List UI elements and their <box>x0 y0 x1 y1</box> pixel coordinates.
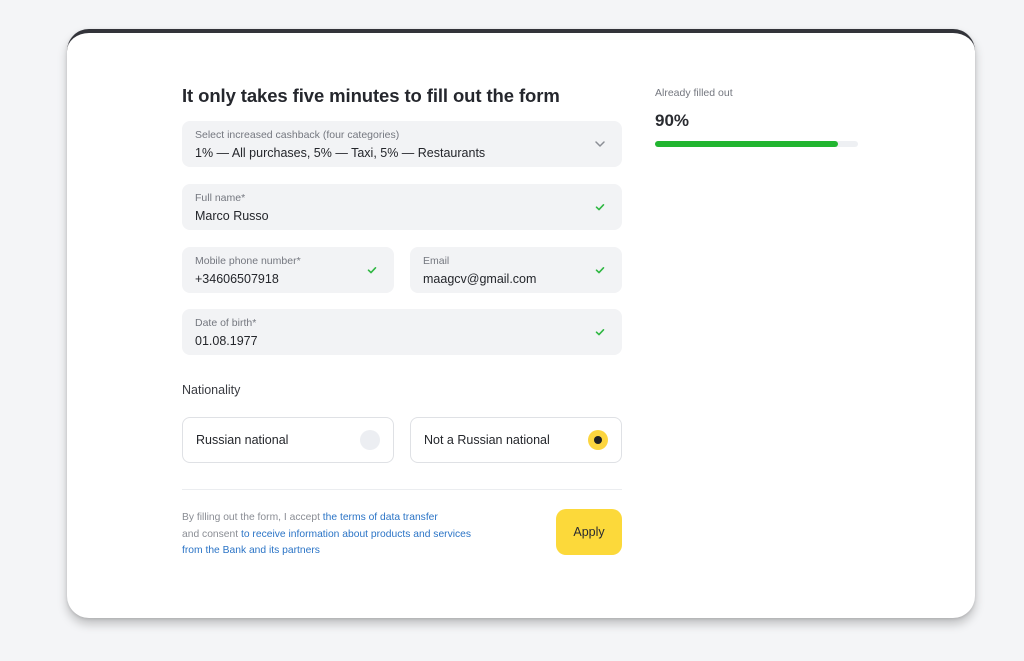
chevron-down-icon <box>595 141 605 147</box>
date-of-birth-value: 01.08.1977 <box>195 334 258 348</box>
cashback-value: 1% — All purchases, 5% — Taxi, 5% — Rest… <box>195 146 486 160</box>
full-name-field[interactable]: Full name* Marco Russo <box>182 184 622 230</box>
progress-label: Already filled out <box>655 87 733 99</box>
radio-unselected-icon <box>360 430 380 450</box>
radio-label: Russian national <box>196 433 289 447</box>
check-icon <box>595 204 605 211</box>
date-of-birth-field[interactable]: Date of birth* 01.08.1977 <box>182 309 622 355</box>
mobile-phone-field[interactable]: Mobile phone number* +34606507918 <box>182 247 394 293</box>
mobile-phone-label: Mobile phone number* <box>195 255 301 267</box>
application-form: It only takes five minutes to fill out t… <box>182 80 623 112</box>
consent-text-part: and consent <box>182 528 241 540</box>
progress-bar-fill <box>655 141 838 147</box>
progress-percentage: 90% <box>655 111 690 130</box>
progress-bar <box>655 141 858 147</box>
terms-of-data-transfer-link[interactable]: the terms of data transfer <box>323 512 438 523</box>
consent-text-part: By filling out the form, I accept <box>182 512 323 523</box>
divider <box>182 489 622 490</box>
full-name-label: Full name* <box>195 192 246 204</box>
cashback-select[interactable]: Select increased cashback (four categori… <box>182 121 622 167</box>
consent-text: By filling out the form, I accept the te… <box>182 510 472 560</box>
apply-button[interactable]: Apply <box>556 509 622 555</box>
email-value: maagcv@gmail.com <box>423 272 537 286</box>
radio-not-russian-national[interactable]: Not a Russian national <box>410 417 622 463</box>
form-window: It only takes five minutes to fill out t… <box>67 29 975 618</box>
check-icon <box>595 329 605 336</box>
full-name-value: Marco Russo <box>195 209 269 223</box>
form-title: It only takes five minutes to fill out t… <box>182 85 560 106</box>
progress-panel: Already filled out 90% <box>655 87 859 147</box>
email-label: Email <box>423 255 450 267</box>
radio-label: Not a Russian national <box>424 433 550 447</box>
radio-selected-icon <box>588 430 608 450</box>
mobile-phone-value: +34606507918 <box>195 272 279 286</box>
date-of-birth-label: Date of birth* <box>195 317 257 329</box>
email-field[interactable]: Email maagcv@gmail.com <box>410 247 622 293</box>
cashback-label: Select increased cashback (four categori… <box>195 129 400 141</box>
nationality-label: Nationality <box>182 383 241 397</box>
radio-russian-national[interactable]: Russian national <box>182 417 394 463</box>
check-icon <box>367 267 377 274</box>
check-icon <box>595 267 605 274</box>
